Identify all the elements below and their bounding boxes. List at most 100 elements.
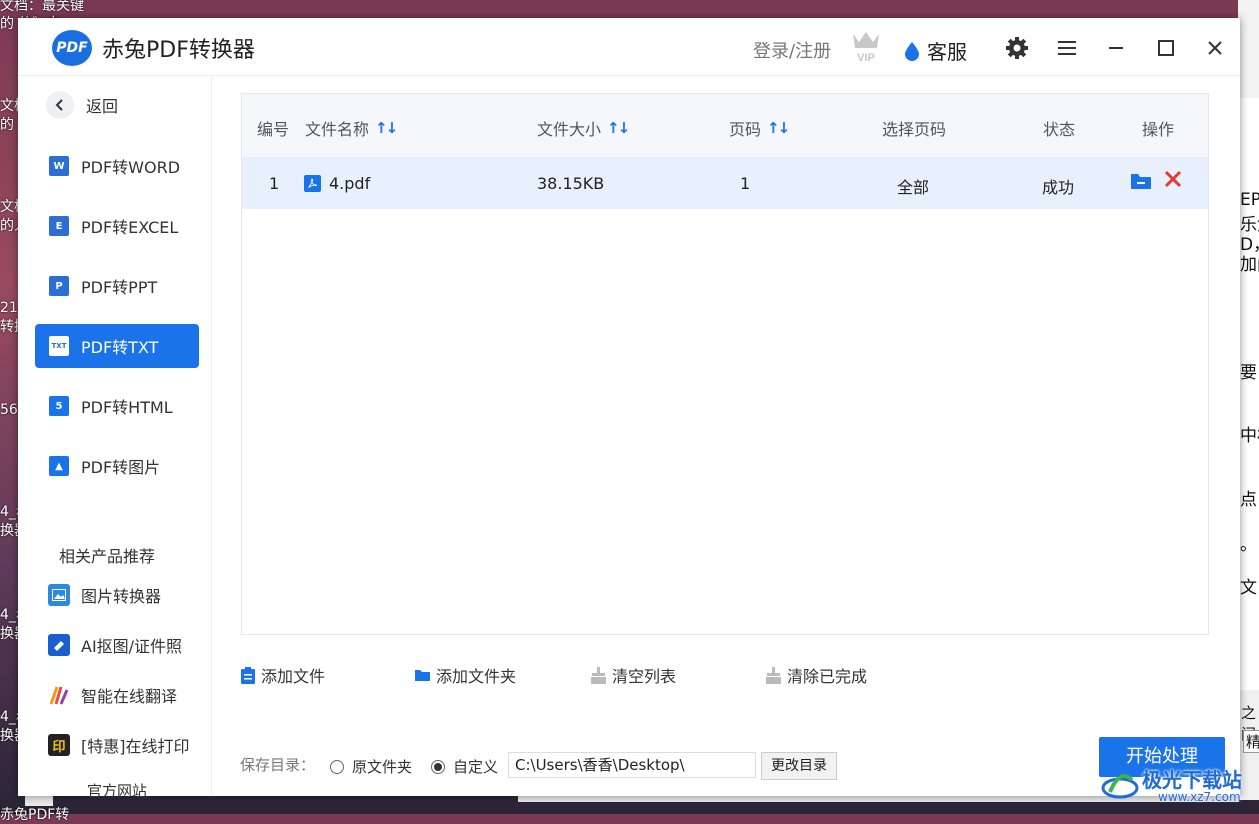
back-button[interactable]: 返回 — [46, 91, 118, 119]
add-folder-button[interactable]: 添加文件夹 — [415, 663, 516, 687]
titlebar: PDF 赤兔PDF转换器 登录/注册 VIP 客服 — [18, 18, 1240, 76]
watermark-url: www.xz7.com — [1158, 790, 1241, 804]
document-text: 要 — [1240, 363, 1257, 383]
sort-icon[interactable]: ↑↓ — [375, 119, 398, 137]
vip-label: VIP — [857, 52, 875, 64]
recommend-image-converter[interactable]: 图片转换器 — [48, 583, 161, 607]
save-directory-label: 保存目录： — [240, 756, 316, 774]
watermark: 极光下载站 www.xz7.com — [1100, 762, 1255, 808]
sort-icon[interactable]: ↑↓ — [607, 119, 630, 137]
eraser-icon — [48, 634, 70, 656]
word-icon: W — [49, 156, 69, 176]
recommend-label: [特惠]在线打印 — [81, 737, 190, 756]
txt-icon: TXT — [49, 336, 69, 356]
document-text: 点 — [1240, 490, 1257, 510]
maximize-icon[interactable] — [1154, 36, 1178, 60]
recommend-section-title: 相关产品推荐 — [59, 547, 156, 566]
vip-crown-icon[interactable]: VIP — [850, 28, 882, 64]
change-directory-button[interactable]: 更改目录 — [761, 752, 837, 780]
document-text: EP — [1240, 190, 1259, 210]
print-icon: 印 — [48, 734, 70, 756]
cell-pages: 1 — [740, 174, 751, 193]
cell-file-name: 4.pdf — [304, 174, 370, 193]
recommend-online-print[interactable]: 印 [特惠]在线打印 — [48, 733, 190, 757]
menu-icon[interactable] — [1055, 36, 1079, 60]
official-website-link[interactable]: 官方网站 — [87, 780, 147, 801]
sidebar-item-pdf-to-ppt[interactable]: P PDF转PPT — [35, 264, 199, 308]
translate-icon — [48, 684, 70, 706]
table-row[interactable]: 1 4.pdf 38.15KB 1 全部 成功 — [242, 157, 1208, 209]
cell-number: 1 — [269, 174, 280, 193]
background-taskbar — [25, 796, 53, 806]
sidebar-item-label: PDF转WORD — [81, 158, 181, 177]
recommend-ai-cutout[interactable]: AI抠图/证件照 — [48, 633, 182, 657]
sidebar-item-pdf-to-txt[interactable]: TXT PDF转TXT — [35, 324, 199, 368]
background-document: EP 乐兔 D， 加问 要 中格 点 。 文 — [1238, 98, 1259, 698]
delete-icon[interactable] — [1164, 169, 1182, 194]
image-converter-icon — [48, 584, 70, 606]
desktop-text: 赤兔PDF转 — [0, 807, 70, 823]
header-status: 状态 — [1043, 120, 1076, 139]
add-file-button[interactable]: 添加文件 — [241, 663, 325, 687]
document-text: 中格 — [1240, 426, 1259, 446]
header-number: 编号 — [257, 120, 290, 139]
back-arrow-icon — [46, 91, 74, 119]
customer-service-button[interactable]: 客服 — [903, 36, 967, 65]
sidebar-item-pdf-to-excel[interactable]: E PDF转EXCEL — [35, 204, 199, 248]
radio-custom[interactable]: 自定义 — [431, 756, 498, 777]
sort-icon[interactable]: ↑↓ — [767, 119, 790, 137]
clear-list-label: 清空列表 — [612, 667, 677, 686]
header-operations: 操作 — [1142, 120, 1175, 139]
clear-completed-button[interactable]: 清除已完成 — [766, 663, 867, 687]
sidebar-item-pdf-to-html[interactable]: 5 PDF转HTML — [35, 384, 199, 428]
cell-status: 成功 — [1042, 178, 1075, 197]
document-text: 加问 — [1240, 255, 1259, 275]
header-file-size[interactable]: 文件大小 ↑↓ — [537, 116, 630, 140]
table-header: 编号 文件名称 ↑↓ 文件大小 ↑↓ 页码 ↑↓ 选择页码 状态 操作 — [242, 94, 1208, 157]
excel-icon: E — [49, 216, 69, 236]
sidebar: 返回 W PDF转WORD E PDF转EXCEL P PDF转PPT TXT … — [18, 76, 212, 800]
clear-list-button[interactable]: 清空列表 — [591, 663, 676, 687]
html5-icon: 5 — [49, 396, 69, 416]
desktop-text: 文档：最关键 — [0, 0, 84, 14]
clear-completed-label: 清除已完成 — [787, 667, 868, 686]
background-window — [1238, 0, 1259, 98]
watermark-title: 极光下载站 — [1142, 768, 1242, 792]
recommend-label: 智能在线翻译 — [81, 687, 178, 706]
file-table: 编号 文件名称 ↑↓ 文件大小 ↑↓ 页码 ↑↓ 选择页码 状态 操作 1 4.pdf… — [241, 93, 1209, 635]
login-register-link[interactable]: 登录/注册 — [753, 37, 831, 63]
back-label: 返回 — [86, 97, 119, 116]
settings-gear-icon[interactable] — [1005, 36, 1029, 60]
save-path-field[interactable]: C:\Users\香香\Desktop\ — [508, 752, 756, 778]
open-folder-icon[interactable] — [1131, 173, 1151, 190]
sidebar-item-pdf-to-word[interactable]: W PDF转WORD — [35, 144, 199, 188]
radio-button[interactable] — [330, 759, 344, 774]
desktop-text: 的 — [0, 117, 14, 133]
folder-icon — [415, 669, 430, 681]
broom-icon — [766, 666, 781, 684]
minimize-icon[interactable] — [1104, 36, 1128, 60]
sidebar-item-label: PDF转TXT — [81, 338, 159, 357]
service-drop-icon — [905, 41, 919, 61]
document-text: 文 — [1240, 578, 1257, 598]
app-title: 赤兔PDF转换器 — [102, 38, 255, 63]
pdf-file-icon — [304, 175, 321, 192]
sidebar-item-label: PDF转EXCEL — [81, 218, 179, 237]
broom-icon — [591, 666, 606, 684]
radio-button-selected[interactable] — [431, 759, 445, 774]
app-logo: PDF — [52, 30, 92, 66]
header-pages[interactable]: 页码 ↑↓ — [729, 116, 790, 140]
document-text: 精 — [1243, 730, 1259, 753]
recommend-online-translate[interactable]: 智能在线翻译 — [48, 683, 177, 707]
radio-original-folder[interactable]: 原文件夹 — [330, 756, 412, 777]
close-icon[interactable] — [1203, 36, 1227, 60]
image-icon: ▲ — [49, 456, 69, 476]
watermark-logo-icon — [1101, 774, 1139, 799]
cell-select-pages[interactable]: 全部 — [897, 174, 929, 198]
recommend-label: 图片转换器 — [81, 587, 162, 606]
customer-service-label: 客服 — [927, 40, 967, 64]
header-file-name[interactable]: 文件名称 ↑↓ — [305, 116, 398, 140]
sidebar-item-pdf-to-image[interactable]: ▲ PDF转图片 — [35, 444, 199, 488]
header-select-pages: 选择页码 — [882, 120, 947, 139]
document-text: 。 — [1240, 535, 1257, 555]
